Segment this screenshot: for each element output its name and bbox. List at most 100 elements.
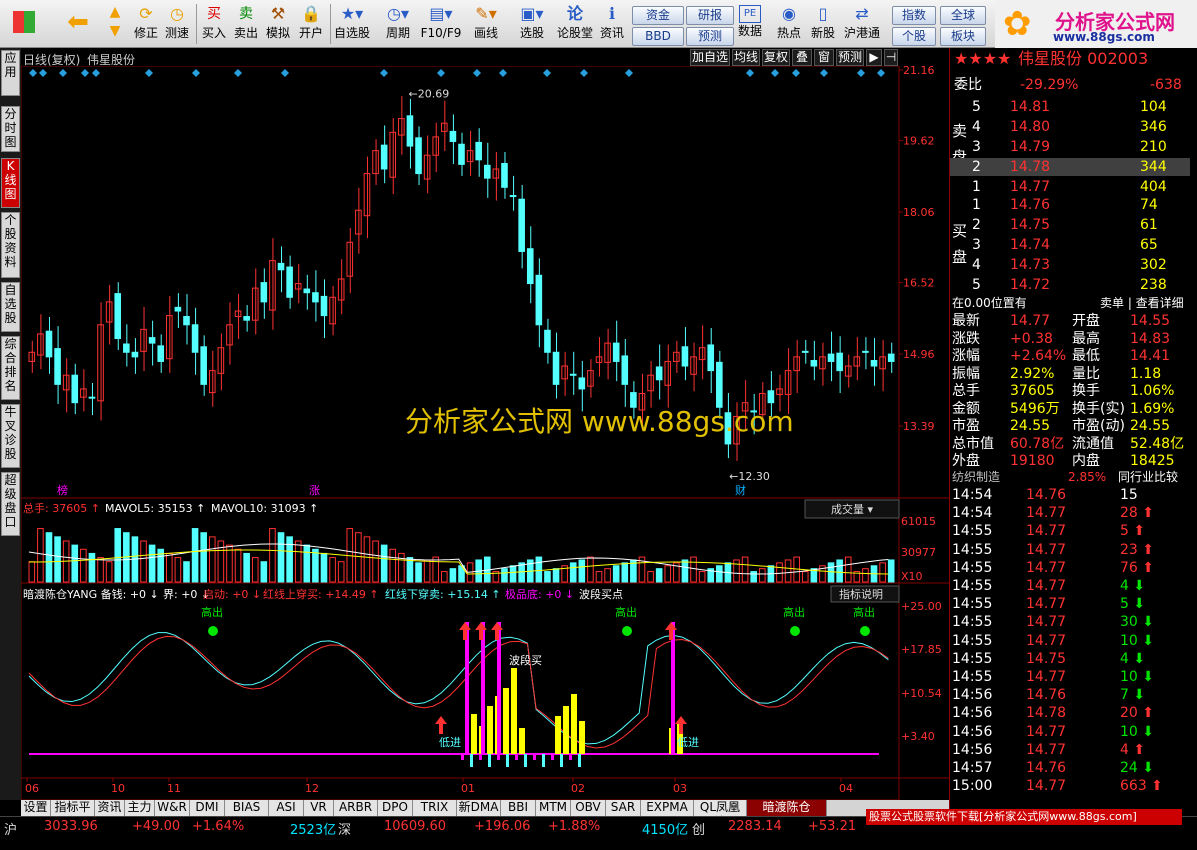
tab-label: 应用 <box>4 51 17 79</box>
indicator-tab[interactable]: BBI <box>501 800 536 816</box>
volume-bar <box>398 552 405 583</box>
hot-button[interactable]: ◉ 热点 <box>774 3 804 45</box>
indicator-tab[interactable]: 暗渡陈仓YANG <box>747 800 827 829</box>
candle-body <box>612 342 620 362</box>
indicator-tab[interactable]: 设置 <box>21 800 51 816</box>
indicator-tab[interactable]: OBV <box>571 800 606 816</box>
high-exit-label: 高出 <box>853 605 875 619</box>
bbd-button[interactable]: BBD <box>632 27 684 46</box>
forecast-button[interactable]: 预测 <box>686 27 734 46</box>
indicator-tab[interactable]: 新DMA <box>457 800 501 816</box>
pin-icon[interactable]: ⊣ <box>884 49 898 66</box>
indicator-bar <box>555 716 561 754</box>
candle-body <box>552 351 560 385</box>
watchlist-button[interactable]: ★▾ 自选股 <box>332 3 372 45</box>
quote-cell: 5496万 <box>1010 400 1060 417</box>
hk-connect-button[interactable]: ⇄ 沪港通 <box>842 3 882 45</box>
tick-row: 14:56 14.78 20 ⬆ <box>950 704 1190 722</box>
report-button[interactable]: 研报 <box>686 6 734 25</box>
phone-icon: ▯ <box>818 4 828 23</box>
signal-diamond <box>580 69 588 77</box>
fix-button[interactable]: ⟳ 修正 <box>132 3 160 45</box>
high-exit-dot <box>622 626 632 636</box>
add-watchlist-button[interactable]: 加自选 <box>690 49 730 66</box>
predict-button[interactable]: 预测 <box>836 49 864 66</box>
sector-button[interactable]: 板块 <box>940 27 986 46</box>
indicator-tab[interactable]: EXPMA <box>641 800 694 816</box>
draw-line-button[interactable]: ✎▾ 画线 <box>466 3 506 45</box>
high-exit-dot <box>860 626 870 636</box>
indicator-tab[interactable]: BIAS <box>225 800 269 816</box>
updown-button[interactable]: ▲ ▼ <box>100 3 130 45</box>
window-button[interactable]: 窗 <box>814 49 834 66</box>
quote-cell: 238 <box>1140 277 1167 293</box>
index-button[interactable]: 指数 <box>892 6 936 25</box>
pick-stock-button[interactable]: ▣▾ 选股 <box>512 3 552 45</box>
candle-body <box>836 352 843 372</box>
ma-button[interactable]: 均线 <box>732 49 760 66</box>
fund-button[interactable]: 资金 <box>632 6 684 25</box>
volume-bar <box>140 540 147 583</box>
buy-button[interactable]: 买买入 <box>200 3 228 45</box>
quote-cell: 14.77 <box>1026 778 1067 795</box>
back-button[interactable]: ⬅ <box>62 3 94 45</box>
indicator-tab[interactable]: DMI <box>190 800 225 816</box>
candle-body <box>569 373 577 376</box>
tab-profile[interactable]: 个股资料 <box>1 212 20 278</box>
adjust-button[interactable]: 复权 <box>762 49 790 66</box>
indicator-tab[interactable]: DPO <box>378 800 413 816</box>
tab-kline[interactable]: K线图 <box>1 158 20 208</box>
indicator-tab[interactable]: TRIX <box>413 800 457 816</box>
period-button[interactable]: ◷▾ 周期 <box>378 3 418 45</box>
indicator-tab[interactable]: 主力 <box>125 800 155 816</box>
sell-button[interactable]: 卖卖出 <box>232 3 260 45</box>
tick-row: 14:55 14.77 10 ⬇ <box>950 632 1190 650</box>
ad-banner[interactable]: 股票公式股票软件下载[分析家公式网www.88gs.com] <box>866 809 1182 825</box>
volume-bar <box>294 540 302 583</box>
volume-bar <box>664 565 672 583</box>
min-price-label: ←12.30 <box>729 470 770 483</box>
tab-watchlist[interactable]: 自选股 <box>1 282 20 332</box>
quote-cell: 104 <box>1140 99 1167 115</box>
candle-body <box>380 144 388 170</box>
forum-button[interactable]: 论论股堂 <box>556 3 594 45</box>
overlay-button[interactable]: 叠 <box>792 49 812 66</box>
app-menu-button[interactable] <box>4 3 44 45</box>
quote-cell: 14.76 <box>1026 687 1067 704</box>
f10-button[interactable]: ▤▾ F10/F9 <box>420 3 462 45</box>
simulate-button[interactable]: ⚒ 模拟 <box>264 3 292 45</box>
info-button[interactable]: ℹ 资讯 <box>598 3 626 45</box>
indicator-tab[interactable]: W&R <box>155 800 190 816</box>
quote-cell: -29.29% <box>1020 77 1079 93</box>
individual-button[interactable]: 个股 <box>892 27 936 46</box>
candle-body <box>312 292 319 303</box>
high-exit-dot <box>790 626 800 636</box>
indicator-tab[interactable]: ASI <box>269 800 304 816</box>
tab-intraday[interactable]: 分时图 <box>1 106 20 152</box>
global-button[interactable]: 全球 <box>940 6 986 25</box>
data-button[interactable]: PE 数据 <box>736 3 764 45</box>
volume-bar <box>183 561 190 583</box>
indicator-tab[interactable]: 资讯 <box>95 800 125 816</box>
indicator-tab[interactable]: 指标平台 <box>51 800 95 829</box>
buy-arrow-icon <box>435 716 447 734</box>
play-icon[interactable]: ▶ <box>866 49 882 66</box>
indicator-tab[interactable]: MTM <box>536 800 571 816</box>
sell-level-row: 1 14.77 404 <box>950 178 1190 196</box>
open-account-button[interactable]: 🔒 开户 <box>296 3 326 45</box>
buy-level-row: 4 14.73 302 <box>950 256 1190 274</box>
indicator-tab[interactable]: SAR <box>606 800 641 816</box>
indicator-tab[interactable]: VR <box>304 800 334 816</box>
indicator-tab[interactable]: QL凤凰线 <box>694 800 747 829</box>
tab-level2[interactable]: 超级盘口 <box>1 472 20 536</box>
tab-app[interactable]: 应用 <box>1 50 20 96</box>
tick-row: 14:55 14.77 5 ⬆ <box>950 522 1190 540</box>
indicator-tab[interactable]: ARBR <box>334 800 378 816</box>
volume-bar <box>758 568 766 583</box>
tab-ranking[interactable]: 综合排名 <box>1 336 20 400</box>
candle-body <box>690 356 697 375</box>
new-stock-button[interactable]: ▯ 新股 <box>808 3 838 45</box>
tab-diagnosis[interactable]: 牛叉诊股 <box>1 404 20 468</box>
price-tick-label: 16.52 <box>903 277 935 290</box>
speed-button[interactable]: ◷ 测速 <box>162 3 192 45</box>
